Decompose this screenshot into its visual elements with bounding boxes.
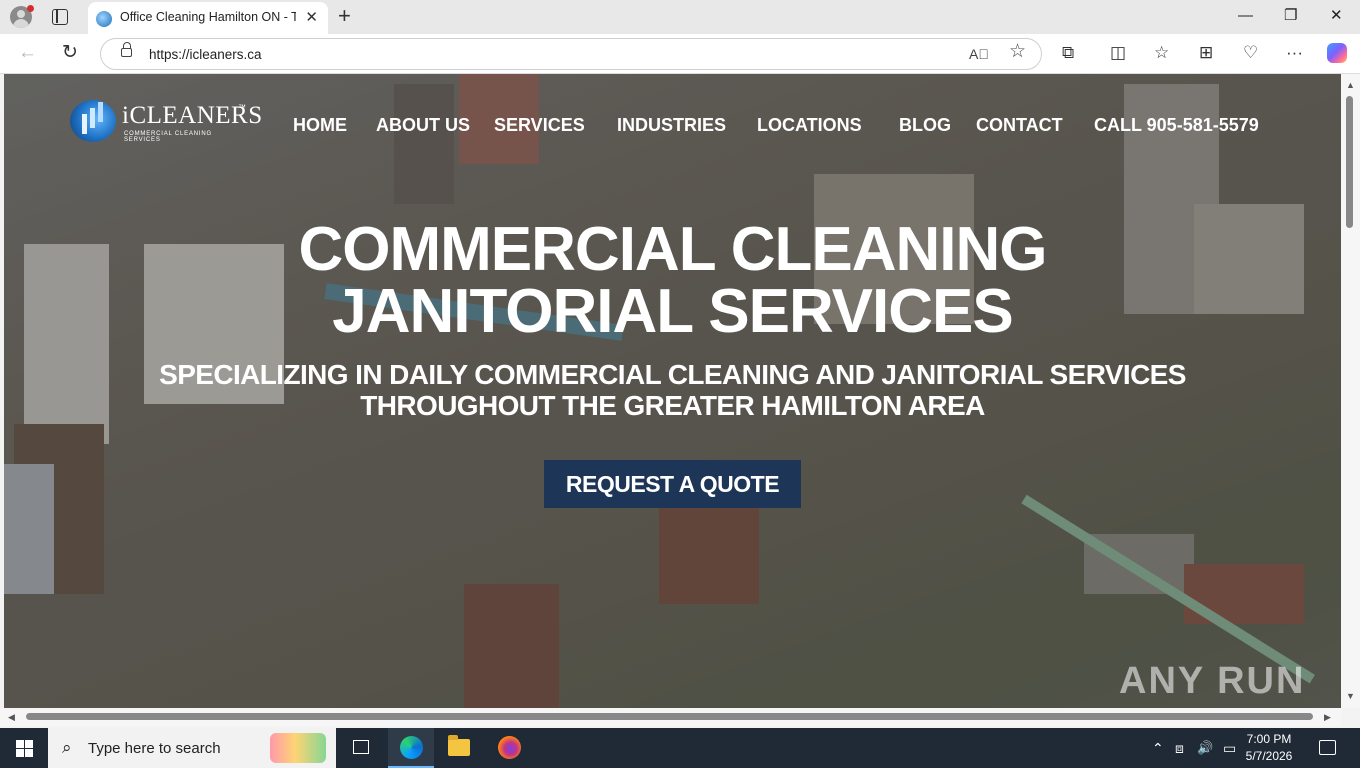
request-quote-button[interactable]: REQUEST A QUOTE — [544, 460, 801, 508]
vertical-scrollbar[interactable]: ▲ ▼ — [1341, 74, 1360, 708]
search-placeholder: Type here to search — [88, 740, 221, 757]
edge-icon — [400, 736, 423, 759]
tab-close-icon[interactable]: ✕ — [305, 9, 318, 27]
nav-about-us[interactable]: ABOUT US — [376, 115, 470, 136]
back-button[interactable]: ← — [18, 42, 37, 64]
browser-essentials-icon[interactable]: ♡ — [1243, 43, 1258, 63]
browser-tab-bar: Office Cleaning Hamilton ON - Tri ✕ + — … — [0, 0, 1360, 34]
task-view-icon — [353, 740, 369, 754]
restore-button[interactable]: ❐ — [1284, 6, 1297, 26]
address-bar[interactable]: https://icleaners.ca A᪲ ☆ — [100, 38, 1042, 70]
site-logo[interactable]: iCLEANERS ™ COMMERCIAL CLEANING SERVICES — [70, 98, 262, 146]
copilot-icon[interactable] — [1327, 43, 1347, 63]
nav-services[interactable]: SERVICES — [494, 115, 585, 136]
page-viewport: iCLEANERS ™ COMMERCIAL CLEANING SERVICES… — [4, 74, 1341, 708]
more-icon[interactable]: ··· — [1286, 43, 1303, 63]
close-window-button[interactable]: ✕ — [1330, 6, 1343, 26]
tab-active[interactable]: Office Cleaning Hamilton ON - Tri ✕ — [88, 2, 328, 34]
collections-icon[interactable]: ⊞ — [1199, 43, 1213, 63]
extensions-icon[interactable]: ⧉ — [1062, 43, 1074, 63]
profile-notification-dot — [27, 5, 34, 12]
url-text[interactable]: https://icleaners.ca — [149, 47, 262, 62]
file-explorer-icon — [448, 735, 470, 756]
hero-subtitle-line1: SPECIALIZING IN DAILY COMMERCIAL CLEANIN… — [159, 359, 1186, 390]
clock-time: 7:00 PM — [1246, 732, 1292, 746]
nav-blog[interactable]: BLOG — [899, 115, 951, 136]
hero-title-line1: COMMERCIAL CLEANING — [298, 215, 1048, 284]
firefox-button[interactable] — [486, 728, 532, 768]
task-view-button[interactable] — [338, 728, 384, 768]
windows-taskbar: ⌕ Type here to search ⌃ ⧈ 🔊 ▭ 7:00 PM 5/… — [0, 728, 1360, 768]
network-icon[interactable]: ▭ — [1223, 739, 1236, 757]
taskbar-clock[interactable]: 7:00 PM 5/7/2026 — [1244, 731, 1294, 765]
hero-section: iCLEANERS ™ COMMERCIAL CLEANING SERVICES… — [4, 74, 1341, 708]
nav-call-phone[interactable]: CALL 905-581-5579 — [1094, 115, 1259, 136]
refresh-button[interactable]: ↻ — [62, 42, 78, 64]
favorites-icon[interactable]: ☆ — [1154, 43, 1169, 63]
horizontal-scroll-thumb[interactable] — [26, 713, 1313, 720]
clock-date: 5/7/2026 — [1245, 749, 1293, 763]
browser-toolbar: ← ↻ https://icleaners.ca A᪲ ☆ ⧉ ◫ ☆ ⊞ ♡ … — [0, 34, 1360, 74]
watermark-text: ANY RUN — [1119, 660, 1306, 702]
edge-taskbar-button[interactable] — [388, 728, 434, 768]
search-icon: ⌕ — [62, 738, 72, 757]
nav-industries[interactable]: INDUSTRIES — [617, 115, 726, 136]
meet-now-icon[interactable]: ⧈ — [1175, 739, 1184, 757]
scroll-down-arrow-icon[interactable]: ▼ — [1346, 691, 1355, 701]
add-favorite-icon[interactable]: ☆ — [1009, 42, 1026, 62]
firefox-icon — [498, 736, 521, 759]
search-highlight-icon — [270, 733, 326, 763]
tray-chevron-icon[interactable]: ⌃ — [1152, 739, 1164, 757]
split-screen-icon[interactable]: ◫ — [1110, 43, 1126, 63]
minimize-button[interactable]: — — [1238, 6, 1253, 26]
start-button[interactable] — [16, 740, 33, 757]
volume-icon[interactable]: 🔊 — [1197, 739, 1213, 757]
hero-title-line2: JANITORIAL SERVICES — [332, 277, 1013, 346]
anyrun-watermark: ANY RUN — [1119, 660, 1339, 704]
vertical-scroll-thumb[interactable] — [1346, 96, 1353, 228]
notifications-icon[interactable] — [1319, 740, 1336, 755]
scroll-right-arrow-icon[interactable]: ▶ — [1324, 712, 1331, 722]
new-tab-button[interactable]: + — [338, 4, 351, 28]
nav-locations[interactable]: LOCATIONS — [757, 115, 862, 136]
logo-tagline: COMMERCIAL CLEANING SERVICES — [124, 131, 212, 143]
horizontal-scrollbar[interactable]: ◀ ▶ — [0, 708, 1341, 726]
nav-contact[interactable]: CONTACT — [976, 115, 1063, 136]
tab-actions-icon[interactable] — [52, 9, 68, 25]
lock-icon[interactable] — [121, 42, 132, 57]
scroll-up-arrow-icon[interactable]: ▲ — [1346, 80, 1355, 90]
hero-subtitle-line2: THROUGHOUT THE GREATER HAMILTON AREA — [360, 390, 985, 421]
logo-globe-icon — [70, 100, 116, 142]
logo-trademark: ™ — [238, 103, 246, 112]
nav-home[interactable]: HOME — [293, 115, 347, 136]
scroll-left-arrow-icon[interactable]: ◀ — [8, 712, 15, 722]
site-favicon-icon — [96, 11, 112, 27]
tab-title: Office Cleaning Hamilton ON - Tri — [120, 10, 296, 24]
read-aloud-icon[interactable]: A᪲ — [969, 44, 989, 64]
taskbar-search-box[interactable]: ⌕ Type here to search — [48, 728, 336, 768]
file-explorer-button[interactable] — [436, 728, 482, 768]
